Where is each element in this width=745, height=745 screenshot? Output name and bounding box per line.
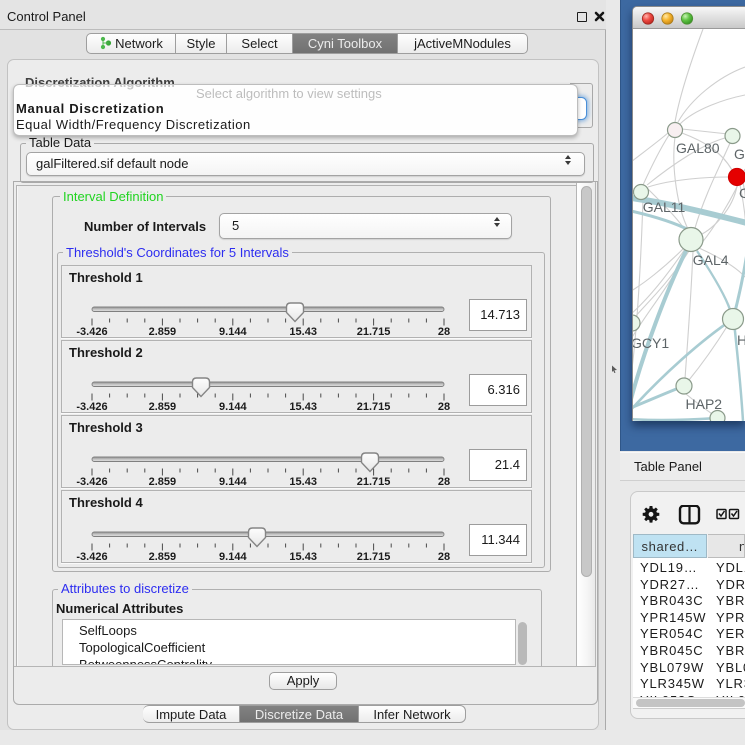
- svg-text:CY: CY: [739, 185, 745, 201]
- svg-text:GAL80: GAL80: [676, 140, 720, 156]
- svg-text:2.859: 2.859: [149, 551, 177, 563]
- svg-text:GCY1: GCY1: [633, 335, 669, 351]
- svg-text:-3.426: -3.426: [76, 401, 107, 413]
- svg-text:HA: HA: [737, 332, 745, 348]
- svg-text:21.715: 21.715: [357, 551, 391, 563]
- svg-text:GAL11: GAL11: [643, 199, 686, 215]
- svg-text:HAP2: HAP2: [686, 396, 723, 412]
- svg-text:2.859: 2.859: [149, 401, 177, 413]
- svg-text:9.144: 9.144: [219, 551, 247, 563]
- svg-text:15.43: 15.43: [289, 476, 317, 488]
- svg-text:GAL4: GAL4: [693, 252, 729, 268]
- svg-text:28: 28: [438, 401, 450, 413]
- svg-text:-3.426: -3.426: [76, 551, 107, 563]
- svg-text:-3.426: -3.426: [76, 476, 107, 488]
- svg-text:28: 28: [438, 476, 450, 488]
- svg-text:-3.426: -3.426: [76, 326, 107, 338]
- svg-text:9.144: 9.144: [219, 401, 247, 413]
- svg-text:21.715: 21.715: [357, 476, 391, 488]
- svg-text:28: 28: [438, 326, 450, 338]
- svg-text:9.144: 9.144: [219, 476, 247, 488]
- svg-text:28: 28: [438, 551, 450, 563]
- svg-text:15.43: 15.43: [289, 551, 317, 563]
- svg-text:21.715: 21.715: [357, 401, 391, 413]
- svg-text:15.43: 15.43: [289, 401, 317, 413]
- svg-text:2.859: 2.859: [149, 476, 177, 488]
- svg-text:GAL1: GAL1: [734, 146, 745, 162]
- svg-text:21.715: 21.715: [357, 326, 391, 338]
- svg-text:9.144: 9.144: [219, 326, 247, 338]
- svg-text:2.859: 2.859: [149, 326, 177, 338]
- svg-text:15.43: 15.43: [289, 326, 317, 338]
